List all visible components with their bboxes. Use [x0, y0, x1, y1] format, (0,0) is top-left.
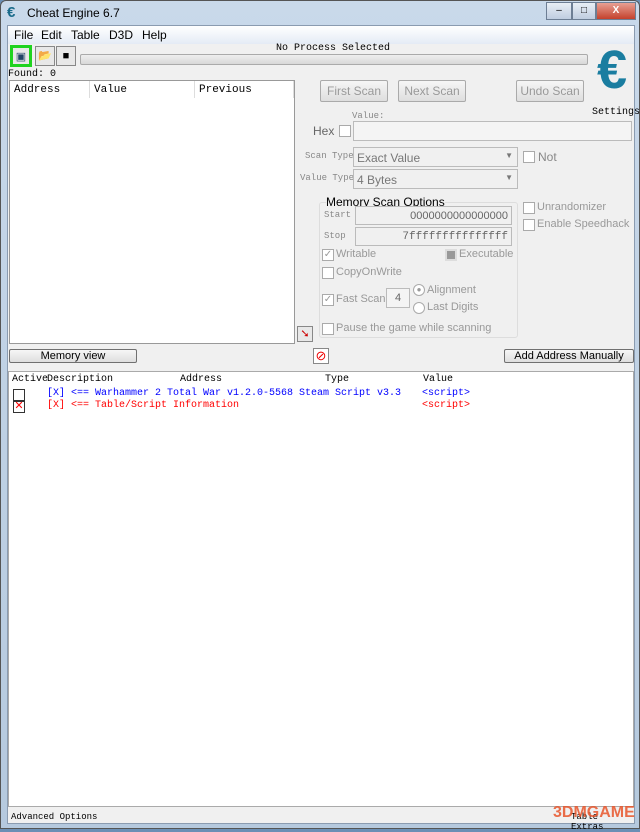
- fast-scan-label: Fast Scan: [336, 293, 386, 305]
- progress-bar: [80, 54, 588, 65]
- first-scan-button[interactable]: First Scan: [320, 80, 388, 102]
- save-icon[interactable]: ■: [56, 46, 76, 66]
- copyonwrite-checkbox[interactable]: [322, 267, 334, 279]
- value-input[interactable]: [353, 121, 632, 141]
- address-list[interactable]: Active Description Address Type Value [X…: [8, 371, 634, 807]
- fast-scan-input[interactable]: 4: [386, 288, 410, 308]
- pointer-arrow-icon[interactable]: ➘: [297, 326, 313, 342]
- executable-checkbox[interactable]: [445, 249, 457, 261]
- client-area: File Edit Table D3D Help ▣ 📂 ■ No Proces…: [7, 25, 640, 832]
- start-label: Start: [324, 210, 352, 220]
- last-digits-radio[interactable]: [413, 302, 425, 314]
- writable-checkbox[interactable]: ✓: [322, 249, 334, 261]
- not-checkbox[interactable]: [523, 151, 535, 163]
- main-window: € Cheat Engine 6.7 – □ X File Edit Table…: [0, 0, 640, 832]
- col-value[interactable]: Value: [423, 374, 453, 385]
- description: [X] <== Table/Script Information: [47, 400, 240, 411]
- advanced-options-link[interactable]: Advanced Options: [11, 812, 97, 822]
- last-digits-label: Last Digits: [427, 301, 479, 313]
- pause-label: Pause the game while scanning: [336, 322, 492, 334]
- cheat-engine-logo[interactable]: €: [590, 42, 634, 98]
- writable-label: Writable: [336, 248, 377, 260]
- unrandomizer-checkbox[interactable]: [523, 202, 535, 214]
- description: [X] <== Warhammer 2 Total War v1.2.0-556…: [47, 388, 402, 399]
- unrandomizer-label: Unrandomizer: [537, 201, 607, 213]
- process-label: No Process Selected: [276, 43, 391, 54]
- select-process-icon[interactable]: ▣: [10, 45, 32, 67]
- col-previous[interactable]: Previous: [195, 81, 294, 98]
- maximize-button[interactable]: □: [572, 2, 596, 20]
- value-type-select[interactable]: 4 Bytes ▼: [353, 169, 518, 189]
- scan-type-select[interactable]: Exact Value ▼: [353, 147, 518, 167]
- minimize-button[interactable]: –: [546, 2, 572, 20]
- copyonwrite-label: CopyOnWrite: [336, 266, 402, 278]
- table-row[interactable]: [X] <== Warhammer 2 Total War v1.2.0-556…: [9, 388, 629, 401]
- alignment-radio[interactable]: ●: [413, 284, 425, 296]
- alignment-label: Alignment: [427, 284, 476, 296]
- pause-checkbox[interactable]: [322, 323, 334, 335]
- menu-edit[interactable]: Edit: [41, 28, 62, 42]
- menu-table[interactable]: Table: [71, 28, 100, 42]
- stop-input[interactable]: 7fffffffffffffff: [355, 227, 512, 246]
- stop-label: Stop: [324, 231, 346, 241]
- fast-scan-checkbox[interactable]: ✓: [322, 294, 334, 306]
- settings-link[interactable]: Settings: [592, 107, 640, 118]
- clear-list-icon[interactable]: ⊘: [313, 348, 329, 364]
- add-address-manually-button[interactable]: Add Address Manually: [504, 349, 634, 363]
- scan-type-label: Scan Type: [305, 151, 354, 161]
- value: <script>: [422, 400, 471, 411]
- value: <script>: [422, 388, 471, 399]
- undo-scan-button[interactable]: Undo Scan: [516, 80, 584, 102]
- menu-file[interactable]: File: [14, 28, 33, 42]
- menu-help[interactable]: Help: [142, 28, 167, 42]
- open-file-icon[interactable]: 📂: [35, 46, 55, 66]
- col-active[interactable]: Active: [12, 374, 48, 385]
- value-type-label: Value Type: [300, 173, 355, 183]
- cheat-engine-icon: €: [7, 4, 16, 21]
- menu-d3d[interactable]: D3D: [109, 28, 133, 42]
- next-scan-button[interactable]: Next Scan: [398, 80, 466, 102]
- value-type-value: 4 Bytes: [357, 173, 398, 187]
- value-label: Value:: [352, 111, 385, 121]
- hex-checkbox[interactable]: [339, 125, 351, 137]
- hex-label: Hex: [313, 124, 335, 138]
- memory-view-button[interactable]: Memory view: [9, 349, 137, 363]
- chevron-down-icon: ▼: [505, 173, 513, 182]
- col-type[interactable]: Type: [325, 374, 349, 385]
- col-address[interactable]: Address: [10, 81, 90, 98]
- scan-results-list[interactable]: Address Value Previous: [9, 80, 295, 344]
- table-row[interactable]: ✕ [X] <== Table/Script Information <scri…: [9, 400, 629, 413]
- start-input[interactable]: 0000000000000000: [355, 206, 512, 225]
- found-count: Found: 0: [8, 69, 57, 80]
- executable-label: Executable: [459, 248, 514, 260]
- chevron-down-icon: ▼: [505, 151, 513, 160]
- close-button[interactable]: X: [596, 2, 636, 20]
- speedhack-checkbox[interactable]: [523, 219, 535, 231]
- scan-type-value: Exact Value: [357, 151, 421, 165]
- col-address[interactable]: Address: [180, 374, 222, 385]
- menu-bar: File Edit Table D3D Help: [8, 26, 634, 44]
- watermark-logo: 3DMGAME: [553, 804, 635, 821]
- speedhack-label: Enable Speedhack: [537, 218, 630, 230]
- window-title: Cheat Engine 6.7: [27, 6, 120, 20]
- active-checkbox-checked[interactable]: ✕: [13, 401, 25, 413]
- not-label: Not: [538, 150, 557, 164]
- col-description[interactable]: Description: [47, 374, 113, 385]
- title-bar: € Cheat Engine 6.7 – □ X: [1, 1, 639, 25]
- col-value[interactable]: Value: [90, 81, 195, 98]
